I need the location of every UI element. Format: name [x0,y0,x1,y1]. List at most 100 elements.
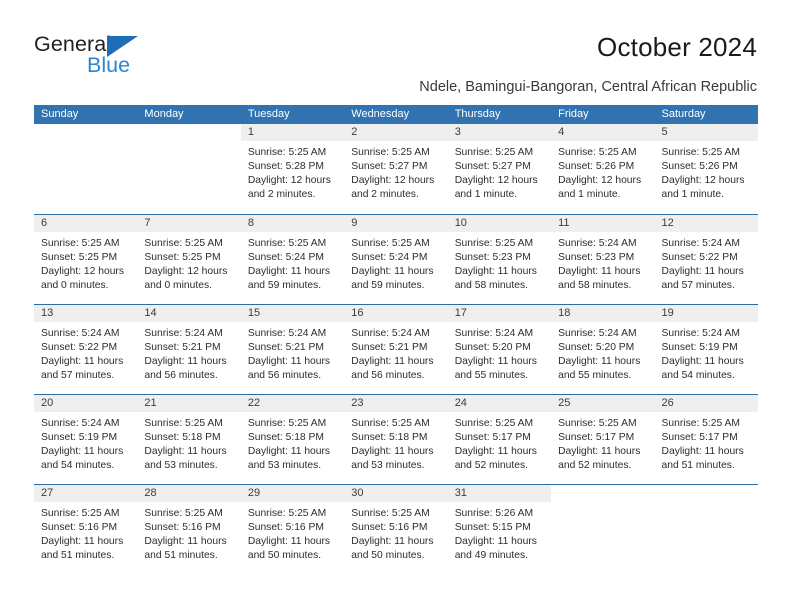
daylight-text-line2: and 51 minutes. [144,550,218,562]
calendar-day-cell[interactable]: 13 Sunrise: 5:24 AM Sunset: 5:22 PM Dayligh… [34,305,138,394]
sunrise-text: Sunrise: 5:24 AM [661,238,740,249]
day-number: 21 [137,395,241,412]
calendar-day-cell[interactable]: 16 Sunrise: 5:24 AM Sunset: 5:21 PM Dayligh… [344,305,448,394]
calendar-day-cell[interactable]: 20 Sunrise: 5:24 AM Sunset: 5:19 PM Dayligh… [34,395,138,484]
logo-text-blue: Blue [87,53,131,77]
day-sun-info: Sunrise: 5:25 AM Sunset: 5:26 PM Daylight:… [551,141,654,202]
sunrise-text: Sunrise: 5:25 AM [661,147,740,158]
calendar-day-cell[interactable]: 9 Sunrise: 5:25 AM Sunset: 5:24 PM Daylight… [344,215,448,304]
sunset-text: Sunset: 5:25 PM [41,252,118,264]
day-sun-info: Sunrise: 5:25 AM Sunset: 5:17 PM Daylight:… [448,412,551,473]
daylight-text-line1: Daylight: 12 hours [351,175,435,187]
day-sun-info: Sunrise: 5:25 AM Sunset: 5:23 PM Daylight:… [448,232,551,293]
daylight-text-line1: Daylight: 12 hours [454,175,538,187]
calendar-day-cell[interactable]: 30 Sunrise: 5:25 AM Sunset: 5:16 PM Dayligh… [344,485,448,574]
daylight-text-line2: and 50 minutes. [247,550,322,562]
daylight-text-line1: Daylight: 11 hours [661,266,744,278]
calendar-day-cell[interactable]: 18 Sunrise: 5:24 AM Sunset: 5:20 PM Dayligh… [551,305,655,394]
daylight-text-line1: Daylight: 11 hours [247,536,331,548]
calendar-day-cell[interactable]: 28 Sunrise: 5:25 AM Sunset: 5:16 PM Dayligh… [137,485,241,574]
calendar-day-cell[interactable]: 8 Sunrise: 5:25 AM Sunset: 5:24 PM Daylight… [240,215,345,304]
daylight-text-line1: Daylight: 12 hours [661,175,745,187]
general-blue-logo[interactable]: General Blue [34,32,224,77]
daylight-text-line1: Daylight: 12 hours [41,266,124,278]
daylight-text-line2: and 50 minutes. [351,550,425,562]
sunset-text: Sunset: 5:28 PM [247,161,324,173]
sunrise-text: Sunrise: 5:24 AM [41,418,120,429]
sunset-text: Sunset: 5:19 PM [661,342,738,354]
calendar-day-cell[interactable]: 6 Sunrise: 5:25 AM Sunset: 5:25 PM Daylight… [34,215,138,304]
calendar-day-cell[interactable]: 31 Sunrise: 5:26 AM Sunset: 5:15 PM Dayligh… [447,485,552,574]
sunrise-text: Sunrise: 5:24 AM [351,328,430,339]
calendar-day-cell[interactable]: 2 Sunrise: 5:25 AM Sunset: 5:27 PM Daylight… [344,124,448,214]
calendar-day-cell[interactable]: 17 Sunrise: 5:24 AM Sunset: 5:20 PM Dayligh… [447,305,552,394]
daylight-text-line2: and 0 minutes. [144,280,212,292]
daylight-text-line1: Daylight: 11 hours [247,446,331,458]
sunset-text: Sunset: 5:20 PM [558,342,635,354]
day-number: 11 [551,215,655,232]
sunrise-text: Sunrise: 5:24 AM [144,328,223,339]
sunset-text: Sunset: 5:16 PM [144,522,221,534]
daylight-text-line2: and 57 minutes. [661,280,735,292]
calendar-day-cell[interactable]: 1 Sunrise: 5:25 AM Sunset: 5:28 PM Daylight… [240,124,345,214]
day-number: 6 [34,215,138,232]
calendar-day-cell[interactable]: 25 Sunrise: 5:25 AM Sunset: 5:17 PM Dayligh… [551,395,655,484]
daylight-text-line2: and 56 minutes. [351,370,425,382]
day-number: 29 [240,485,345,502]
daylight-text-line2: and 0 minutes. [41,280,109,292]
calendar-day-cell[interactable]: 24 Sunrise: 5:25 AM Sunset: 5:17 PM Dayligh… [447,395,552,484]
calendar-week-row: 1 Sunrise: 5:25 AM Sunset: 5:28 PM Daylight… [34,124,758,214]
calendar-day-cell[interactable]: 3 Sunrise: 5:25 AM Sunset: 5:27 PM Daylight… [447,124,552,214]
sunrise-text: Sunrise: 5:25 AM [351,238,430,249]
day-sun-info: Sunrise: 5:25 AM Sunset: 5:24 PM Daylight:… [344,232,447,293]
calendar-day-cell[interactable]: 21 Sunrise: 5:25 AM Sunset: 5:18 PM Dayligh… [137,395,241,484]
day-number: 22 [240,395,345,412]
daylight-text-line2: and 1 minute. [661,189,724,201]
sunrise-text: Sunrise: 5:25 AM [144,418,223,429]
calendar-day-cell[interactable]: 12 Sunrise: 5:24 AM Sunset: 5:22 PM Dayligh… [654,215,758,304]
day-number: 25 [551,395,655,412]
calendar-day-cell[interactable]: 26 Sunrise: 5:25 AM Sunset: 5:17 PM Dayligh… [654,395,758,484]
sunset-text: Sunset: 5:17 PM [454,432,531,444]
day-sun-info: Sunrise: 5:24 AM Sunset: 5:21 PM Daylight:… [241,322,344,383]
sunset-text: Sunset: 5:22 PM [661,252,738,264]
day-number: 16 [344,305,448,322]
calendar-week-row: 13 Sunrise: 5:24 AM Sunset: 5:22 PM Dayligh… [34,304,758,394]
calendar-day-cell[interactable]: 19 Sunrise: 5:24 AM Sunset: 5:19 PM Dayligh… [654,305,758,394]
day-sun-info: Sunrise: 5:24 AM Sunset: 5:20 PM Daylight:… [448,322,551,383]
sunrise-text: Sunrise: 5:25 AM [558,147,637,158]
sunrise-text: Sunrise: 5:25 AM [247,147,327,158]
calendar-day-cell[interactable]: 10 Sunrise: 5:25 AM Sunset: 5:23 PM Dayligh… [447,215,552,304]
day-number: 17 [447,305,552,322]
calendar-day-cell[interactable]: 29 Sunrise: 5:25 AM Sunset: 5:16 PM Dayligh… [240,485,345,574]
daylight-text-line2: and 54 minutes. [661,370,735,382]
day-number: 8 [240,215,345,232]
calendar-day-cell[interactable]: 14 Sunrise: 5:24 AM Sunset: 5:21 PM Dayligh… [137,305,241,394]
sunrise-text: Sunrise: 5:25 AM [454,238,534,249]
calendar-day-cell[interactable]: 4 Sunrise: 5:25 AM Sunset: 5:26 PM Daylight… [551,124,655,214]
day-sun-info: Sunrise: 5:25 AM Sunset: 5:28 PM Daylight:… [241,141,344,202]
day-number [34,124,138,141]
daylight-text-line2: and 55 minutes. [454,370,528,382]
daylight-text-line1: Daylight: 11 hours [454,446,537,458]
calendar-day-cell[interactable]: 27 Sunrise: 5:25 AM Sunset: 5:16 PM Dayligh… [34,485,138,574]
calendar-day-cell[interactable]: 7 Sunrise: 5:25 AM Sunset: 5:25 PM Daylight… [137,215,241,304]
sunset-text: Sunset: 5:23 PM [454,252,531,264]
daylight-text-line1: Daylight: 11 hours [351,536,434,548]
daylight-text-line2: and 53 minutes. [144,460,218,472]
daylight-text-line1: Daylight: 11 hours [558,356,641,368]
day-sun-info: Sunrise: 5:24 AM Sunset: 5:23 PM Daylight:… [551,232,654,293]
day-number [654,485,758,502]
calendar-day-cell[interactable]: 22 Sunrise: 5:25 AM Sunset: 5:18 PM Dayligh… [240,395,345,484]
calendar-day-cell[interactable]: 15 Sunrise: 5:24 AM Sunset: 5:21 PM Dayligh… [240,305,345,394]
sunrise-text: Sunrise: 5:25 AM [247,418,327,429]
day-sun-info: Sunrise: 5:24 AM Sunset: 5:21 PM Daylight:… [344,322,447,383]
calendar-day-cell[interactable]: 11 Sunrise: 5:24 AM Sunset: 5:23 PM Dayligh… [551,215,655,304]
calendar-day-cell[interactable]: 5 Sunrise: 5:25 AM Sunset: 5:26 PM Daylight… [654,124,758,214]
sunrise-text: Sunrise: 5:25 AM [144,508,223,519]
daylight-text-line2: and 52 minutes. [558,460,632,472]
calendar-day-cell[interactable]: 23 Sunrise: 5:25 AM Sunset: 5:18 PM Dayligh… [344,395,448,484]
daylight-text-line2: and 58 minutes. [558,280,632,292]
daylight-text-line2: and 2 minutes. [247,189,316,201]
day-number: 28 [137,485,241,502]
